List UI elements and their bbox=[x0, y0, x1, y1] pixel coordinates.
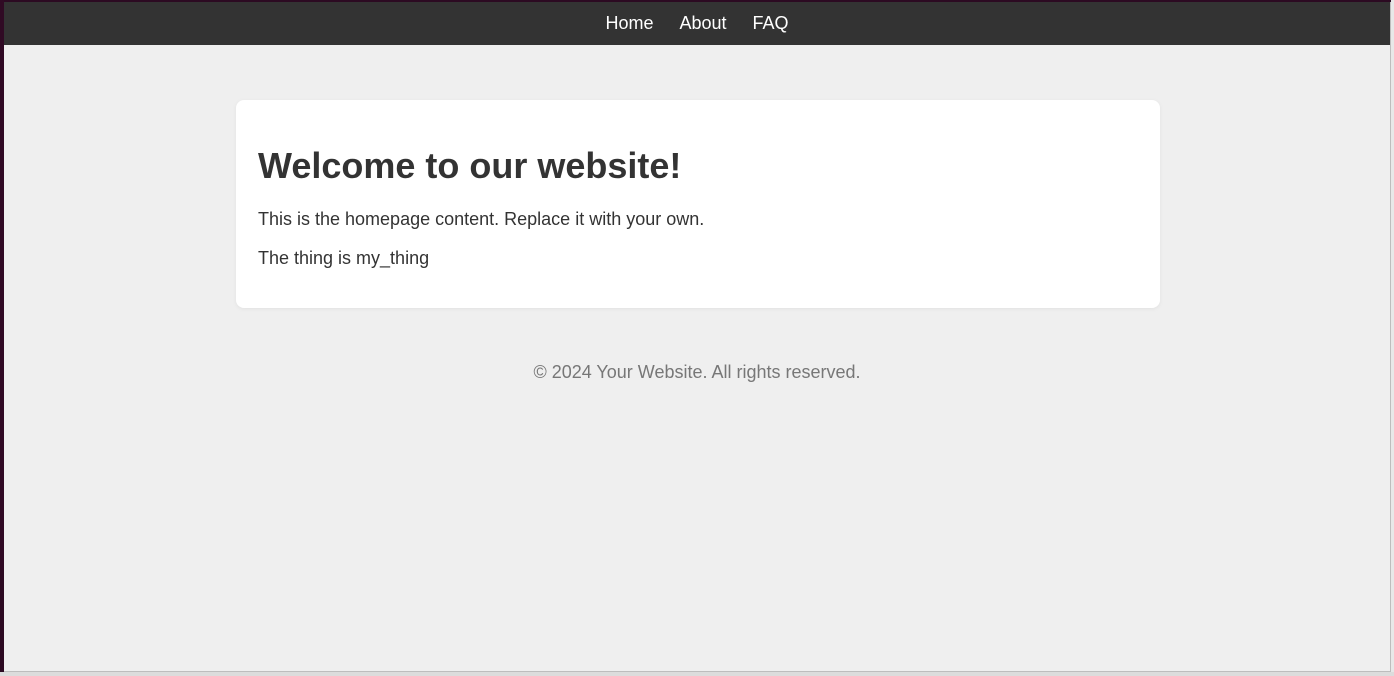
desktop-bottom-edge bbox=[0, 672, 1394, 676]
intro-text: This is the homepage content. Replace it… bbox=[258, 209, 705, 229]
thing-text: The thing is my_thing bbox=[258, 248, 430, 268]
browser-viewport: Home About FAQ Welcome to our website! T… bbox=[4, 2, 1391, 672]
nav-link-home[interactable]: Home bbox=[605, 13, 653, 34]
nav-link-about[interactable]: About bbox=[679, 13, 726, 34]
top-navbar: Home About FAQ bbox=[4, 2, 1390, 45]
page-title: Welcome to our website! bbox=[258, 145, 682, 186]
footer-text: © 2024 Your Website. All rights reserved… bbox=[533, 362, 861, 382]
content-card: Welcome to our website! This is the home… bbox=[236, 100, 1160, 308]
nav-link-faq[interactable]: FAQ bbox=[753, 13, 789, 34]
